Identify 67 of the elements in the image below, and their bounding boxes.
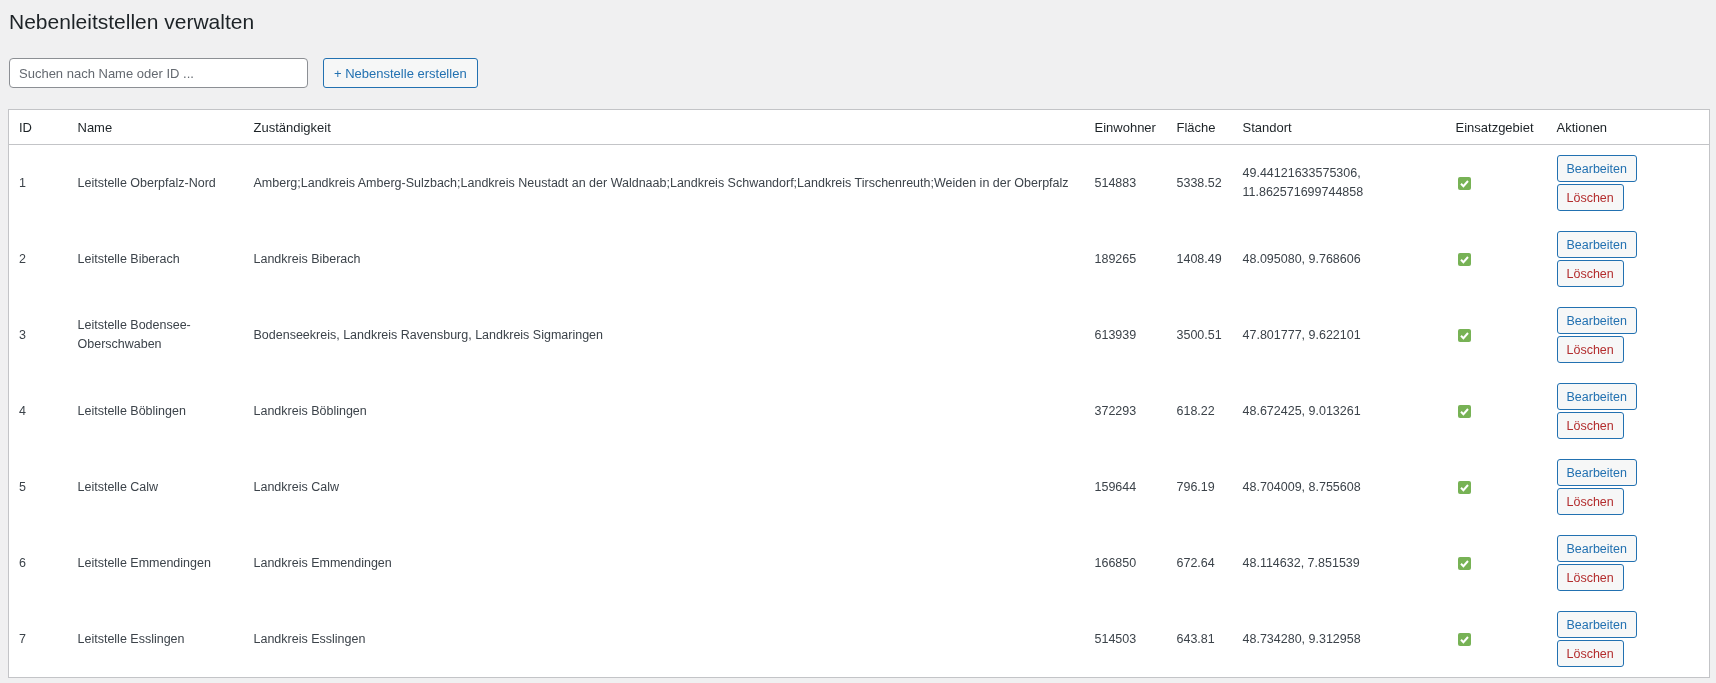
edit-button[interactable]: Bearbeiten xyxy=(1556,155,1637,182)
table-cell: Leitstelle Esslingen xyxy=(67,601,244,678)
column-header: Standort xyxy=(1232,109,1446,145)
table-cell: 48.704009, 8.755608 xyxy=(1232,449,1446,525)
table-cell: Landkreis Böblingen xyxy=(243,373,1085,449)
table-cell: 618.22 xyxy=(1166,373,1233,449)
table-cell: Leitstelle Calw xyxy=(67,449,244,525)
table-cell: 672.64 xyxy=(1166,525,1233,601)
table-cell: 5338.52 xyxy=(1166,144,1233,221)
table-cell: Landkreis Biberach xyxy=(243,221,1085,297)
table-cell: 48.672425, 9.013261 xyxy=(1232,373,1446,449)
table-cell: 2 xyxy=(8,221,68,297)
delete-button[interactable]: Löschen xyxy=(1556,412,1624,439)
edit-button[interactable]: Bearbeiten xyxy=(1556,307,1637,334)
table-cell: 48.095080, 9.768606 xyxy=(1232,221,1446,297)
column-header: Zuständigkeit xyxy=(243,109,1085,145)
delete-button[interactable]: Löschen xyxy=(1556,488,1624,515)
column-header: Einwohner xyxy=(1084,109,1167,145)
table-cell: Amberg;Landkreis Amberg-Sulzbach;Landkreis Neustadt an der Waldnaab;Landkreis Schwandorf;Landkreis Tirschenreuth;Weiden in der Oberpfalz xyxy=(243,144,1085,221)
delete-button[interactable]: Löschen xyxy=(1556,184,1624,211)
table-cell: 47.801777, 9.622101 xyxy=(1232,297,1446,373)
delete-button[interactable]: Löschen xyxy=(1556,640,1624,667)
table-cell: Leitstelle Biberach xyxy=(67,221,244,297)
table-cell: Bodenseekreis, Landkreis Ravensburg, Landkreis Sigmaringen xyxy=(243,297,1085,373)
table-cell: 48.114632, 7.851539 xyxy=(1232,525,1446,601)
column-header: Aktionen xyxy=(1546,109,1710,145)
column-header: Einsatzgebiet xyxy=(1445,109,1547,145)
edit-button[interactable]: Bearbeiten xyxy=(1556,611,1637,638)
table-cell: 4 xyxy=(8,373,68,449)
table-cell: 796.19 xyxy=(1166,449,1233,525)
table-cell: 48.734280, 9.312958 xyxy=(1232,601,1446,678)
table-cell: 166850 xyxy=(1084,525,1167,601)
column-header: Name xyxy=(67,109,244,145)
search-field[interactable]: Suchen nach Name oder ID ... xyxy=(9,58,308,88)
table-cell: 514503 xyxy=(1084,601,1167,678)
table-cell: 189265 xyxy=(1084,221,1167,297)
table-cell: 7 xyxy=(8,601,68,678)
table-cell: 159644 xyxy=(1084,449,1167,525)
delete-button[interactable]: Löschen xyxy=(1556,336,1624,363)
table-cell: 49.44121633575306, 11.862571699744858 xyxy=(1232,144,1446,221)
table-cell: 643.81 xyxy=(1166,601,1233,678)
table-cell: 3 xyxy=(8,297,68,373)
table-cell: 514883 xyxy=(1084,144,1167,221)
table-cell: 5 xyxy=(8,449,68,525)
create-button[interactable]: + Nebenstelle erstellen xyxy=(323,58,478,88)
table-cell: Leitstelle Emmendingen xyxy=(67,525,244,601)
column-header: Fläche xyxy=(1166,109,1233,145)
table-cell: Leitstelle Bodensee-Oberschwaben xyxy=(67,297,244,373)
table-cell: 372293 xyxy=(1084,373,1167,449)
table-cell: 1 xyxy=(8,144,68,221)
table-cell: 613939 xyxy=(1084,297,1167,373)
table-cell: Landkreis Emmendingen xyxy=(243,525,1085,601)
table-cell: Landkreis Calw xyxy=(243,449,1085,525)
table-cell: Leitstelle Oberpfalz-Nord xyxy=(67,144,244,221)
delete-button[interactable]: Löschen xyxy=(1556,564,1624,591)
page-title: Nebenleitstellen verwalten xyxy=(9,9,255,35)
table-cell: 6 xyxy=(8,525,68,601)
table-cell: Landkreis Esslingen xyxy=(243,601,1085,678)
edit-button[interactable]: Bearbeiten xyxy=(1556,459,1637,486)
edit-button[interactable]: Bearbeiten xyxy=(1556,231,1637,258)
table-cell: 3500.51 xyxy=(1166,297,1233,373)
table-cell: 1408.49 xyxy=(1166,221,1233,297)
edit-button[interactable]: Bearbeiten xyxy=(1556,383,1637,410)
column-header: ID xyxy=(8,109,68,145)
edit-button[interactable]: Bearbeiten xyxy=(1556,535,1637,562)
table-cell: Leitstelle Böblingen xyxy=(67,373,244,449)
delete-button[interactable]: Löschen xyxy=(1556,260,1624,287)
